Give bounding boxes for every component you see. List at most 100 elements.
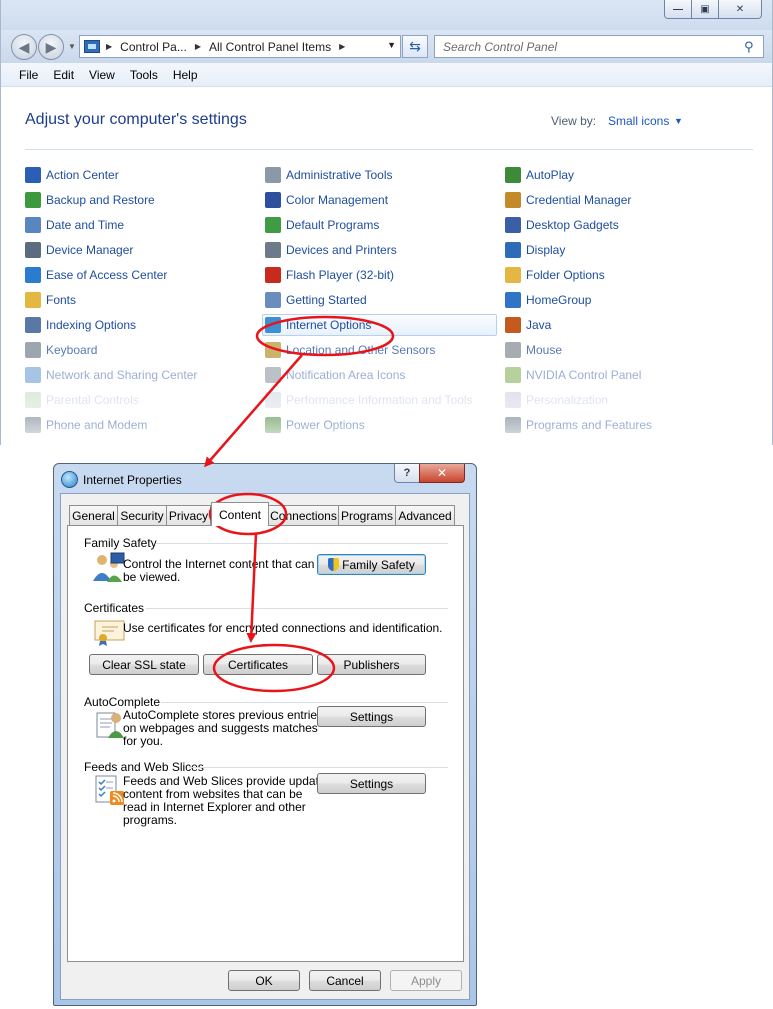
family-safety-button[interactable]: Family Safety (317, 554, 426, 575)
cp-item-desktop-gadgets[interactable]: Desktop Gadgets (505, 214, 735, 236)
tab-security[interactable]: Security (117, 505, 167, 525)
cp-item-label: Default Programs (286, 218, 380, 232)
cp-item-java[interactable]: Java (505, 314, 735, 336)
menu-file[interactable]: File (19, 68, 38, 82)
family-safety-group-label: Family Safety (84, 536, 157, 550)
cp-item-internet-options[interactable]: Internet Options (262, 314, 497, 336)
flag-icon (25, 167, 41, 183)
breadcrumb-all-items[interactable]: All Control Panel Items (209, 40, 331, 54)
maximize-button[interactable]: ▣ (691, 0, 719, 19)
family-safety-button-label: Family Safety (342, 557, 415, 572)
tab-connections[interactable]: Connections (268, 505, 339, 525)
tab-content[interactable]: Content (211, 502, 269, 526)
cp-item-ease-of-access-center[interactable]: Ease of Access Center (25, 264, 255, 286)
cp-item-label: Indexing Options (46, 318, 137, 332)
cp-item-date-and-time[interactable]: Date and Time (25, 214, 255, 236)
cp-item-action-center[interactable]: Action Center (25, 164, 255, 186)
family-safety-icon (93, 552, 125, 582)
cp-item-folder-options[interactable]: Folder Options (505, 264, 735, 286)
cp-item-getting-started[interactable]: Getting Started (265, 289, 495, 311)
tab-programs[interactable]: Programs (338, 505, 396, 525)
cp-item-mouse[interactable]: Mouse (505, 339, 735, 361)
cp-item-label: Mouse (526, 343, 563, 357)
cp-item-devices-and-printers[interactable]: Devices and Printers (265, 239, 495, 261)
credential-icon (505, 192, 521, 208)
clear-ssl-state-button[interactable]: Clear SSL state (89, 654, 199, 675)
cp-item-homegroup[interactable]: HomeGroup (505, 289, 735, 311)
ease-of-access-icon (25, 267, 41, 283)
breadcrumb-control-panel[interactable]: Control Pa... (120, 40, 187, 54)
feeds-settings-button[interactable]: Settings (317, 773, 426, 794)
search-input[interactable] (434, 35, 764, 58)
breadcrumb-separator-icon[interactable]: ▶ (195, 42, 201, 51)
cp-item-flash-player-32-bit[interactable]: Flash Player (32-bit) (265, 264, 495, 286)
help-button[interactable]: ? (394, 464, 420, 483)
tab-privacy[interactable]: Privacy (166, 505, 211, 525)
homegroup-icon (505, 292, 521, 308)
menu-help[interactable]: Help (173, 68, 198, 82)
cp-item-label: Date and Time (46, 218, 125, 232)
ok-button[interactable]: OK (228, 970, 300, 991)
backup-icon (25, 192, 41, 208)
address-bar[interactable]: ▶ Control Pa... ▶ All Control Panel Item… (79, 35, 401, 58)
apply-button[interactable]: Apply (390, 970, 462, 991)
forward-button[interactable]: ▶ (38, 34, 64, 60)
cp-item-network-and-sharing-center[interactable]: Network and Sharing Center (25, 364, 255, 386)
cp-item-backup-and-restore[interactable]: Backup and Restore (25, 189, 255, 211)
cp-item-color-management[interactable]: Color Management (265, 189, 495, 211)
cancel-button[interactable]: Cancel (309, 970, 381, 991)
cp-item-label: Internet Options (286, 318, 372, 332)
title-bar[interactable]: — ▣ ✕ (1, 0, 772, 30)
cp-item-fonts[interactable]: Fonts (25, 289, 255, 311)
recent-pages-icon[interactable]: ▼ (68, 42, 76, 51)
cp-item-default-programs[interactable]: Default Programs (265, 214, 495, 236)
close-button[interactable]: ✕ (718, 0, 762, 19)
minimize-button[interactable]: — (664, 0, 692, 19)
cp-item-autoplay[interactable]: AutoPlay (505, 164, 735, 186)
cp-item-administrative-tools[interactable]: Administrative Tools (265, 164, 495, 186)
menu-tools[interactable]: Tools (130, 68, 158, 82)
dialog-title: Internet Properties (83, 473, 182, 487)
getting-started-icon (265, 292, 281, 308)
certificates-button[interactable]: Certificates (203, 654, 313, 675)
cp-item-label: Color Management (286, 193, 389, 207)
cp-item-credential-manager[interactable]: Credential Manager (505, 189, 735, 211)
cp-item-notification-area-icons[interactable]: Notification Area Icons (265, 364, 495, 386)
group-divider (161, 702, 448, 703)
group-divider (189, 767, 448, 768)
control-panel-icon (84, 40, 100, 53)
refresh-button[interactable]: ⇆ (402, 35, 428, 58)
menu-view[interactable]: View (89, 68, 115, 82)
autocomplete-icon (96, 712, 124, 738)
cp-item-label: Fonts (46, 293, 77, 307)
autocomplete-settings-button[interactable]: Settings (317, 706, 426, 727)
dialog-close-button[interactable]: ✕ (419, 464, 465, 483)
admin-tools-icon (265, 167, 281, 183)
java-icon (505, 317, 521, 333)
cp-item-keyboard[interactable]: Keyboard (25, 339, 255, 361)
tab-advanced[interactable]: Advanced (395, 505, 455, 525)
breadcrumb-separator-icon[interactable]: ▶ (339, 42, 345, 51)
search-icon[interactable]: ⚲ (744, 39, 754, 55)
view-by-caret-icon[interactable]: ▼ (674, 116, 683, 126)
cp-item-label: NVIDIA Control Panel (526, 368, 642, 382)
certificates-group-label: Certificates (84, 601, 145, 615)
cp-item-label: Action Center (46, 168, 119, 182)
tab-general[interactable]: General (69, 505, 118, 525)
cp-item-device-manager[interactable]: Device Manager (25, 239, 255, 261)
view-by-dropdown[interactable]: Small icons (608, 114, 669, 128)
address-dropdown-icon[interactable]: ▼ (387, 40, 396, 50)
keyboard-icon (25, 342, 41, 358)
publishers-button[interactable]: Publishers (317, 654, 426, 675)
group-divider (156, 543, 448, 544)
menu-edit[interactable]: Edit (53, 68, 74, 82)
back-button[interactable]: ◀ (11, 34, 37, 60)
cp-item-indexing-options[interactable]: Indexing Options (25, 314, 255, 336)
cp-item-location-and-other-sensors[interactable]: Location and Other Sensors (265, 339, 495, 361)
cp-item-display[interactable]: Display (505, 239, 735, 261)
breadcrumb-separator-icon[interactable]: ▶ (106, 42, 112, 51)
certificate-icon (94, 620, 125, 646)
cp-item-nvidia-control-panel[interactable]: NVIDIA Control Panel (505, 364, 735, 386)
feeds-icon (95, 775, 124, 805)
cp-item-label: Flash Player (32-bit) (286, 268, 395, 282)
